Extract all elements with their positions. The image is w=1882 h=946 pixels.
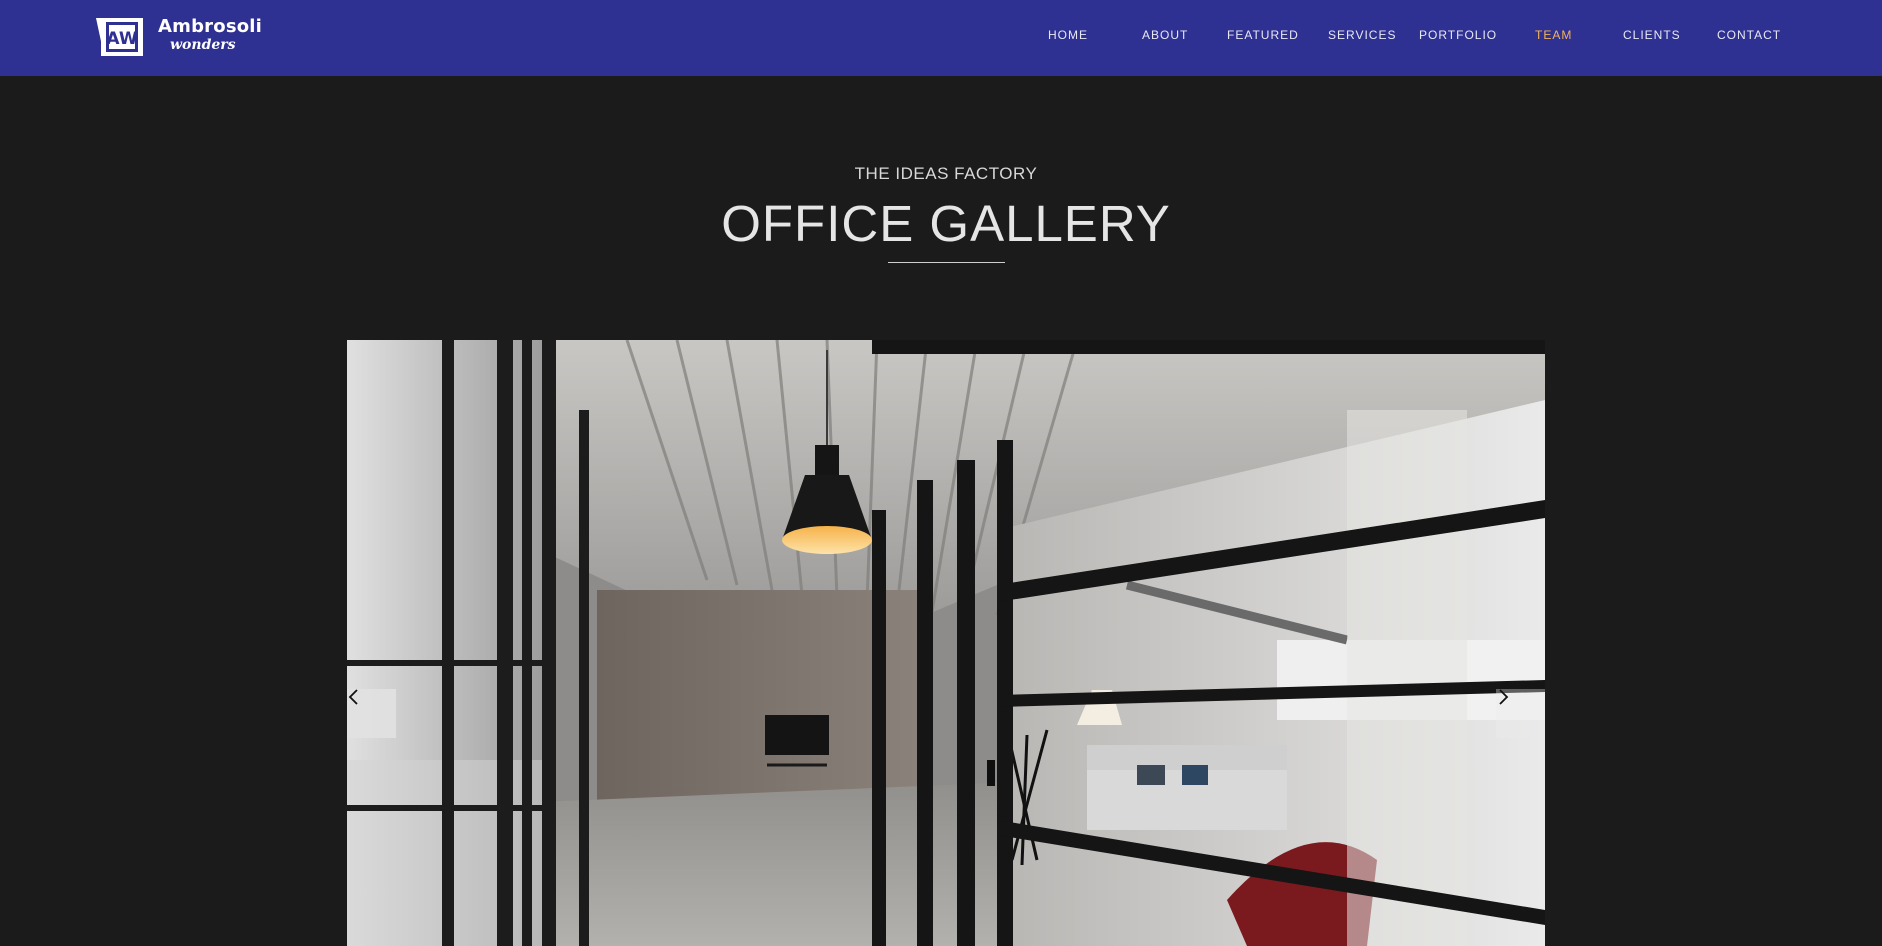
office-interior-photo: [347, 340, 1545, 946]
carousel-next-button[interactable]: [1496, 689, 1545, 738]
nav-home[interactable]: HOME: [1048, 28, 1088, 42]
brand-name: Ambrosoli: [158, 16, 263, 37]
brand-tagline: wonders: [170, 37, 236, 53]
nav-about[interactable]: ABOUT: [1142, 28, 1188, 42]
title-divider: [888, 262, 1005, 263]
office-gallery-carousel[interactable]: [347, 340, 1545, 946]
nav-portfolio[interactable]: PORTFOLIO: [1419, 28, 1497, 42]
chevron-left-icon: [348, 689, 358, 705]
carousel-prev-button[interactable]: [347, 689, 396, 738]
nav-contact[interactable]: CONTACT: [1717, 28, 1781, 42]
top-navbar: AW Ambrosoli wonders HOME ABOUT FEATURED…: [0, 0, 1882, 76]
svg-text:AW: AW: [106, 29, 137, 49]
nav-featured[interactable]: FEATURED: [1227, 28, 1299, 42]
nav-clients[interactable]: CLIENTS: [1623, 28, 1681, 42]
section-subtitle: THE IDEAS FACTORY: [854, 164, 1038, 183]
brand-logo[interactable]: AW Ambrosoli wonders: [96, 16, 262, 60]
nav-team[interactable]: TEAM: [1535, 28, 1572, 42]
chevron-right-icon: [1499, 689, 1509, 705]
section-title: OFFICE GALLERY: [721, 195, 1171, 252]
nav-services[interactable]: SERVICES: [1328, 28, 1396, 42]
brand-logo-icon: AW: [96, 18, 143, 56]
